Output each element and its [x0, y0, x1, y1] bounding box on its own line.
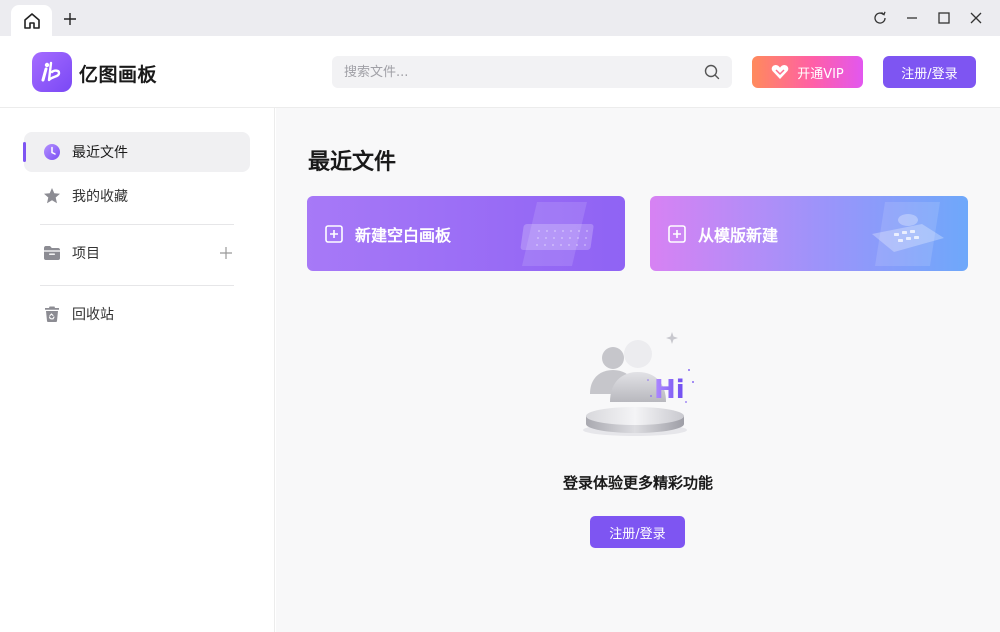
- home-icon: [23, 12, 40, 29]
- app-logo: [32, 52, 72, 92]
- refresh-button[interactable]: [868, 6, 892, 30]
- logo-icon: [41, 61, 61, 82]
- sidebar-item-projects[interactable]: 项目: [24, 233, 250, 273]
- star-icon: [42, 186, 62, 206]
- refresh-icon: [874, 11, 886, 24]
- plus-square-icon: [668, 224, 686, 243]
- new-from-template-card[interactable]: 从模版新建: [650, 196, 968, 271]
- card-label: 新建空白画板: [355, 225, 452, 245]
- minimize-icon: [907, 17, 917, 19]
- divider: [40, 285, 234, 286]
- search-icon[interactable]: [704, 64, 720, 80]
- login-button[interactable]: 注册/登录: [883, 56, 976, 88]
- app-header: 亿图画板 开通VIP 注册/登录: [0, 36, 1000, 108]
- plus-icon: [64, 13, 76, 25]
- blank-board-decoration: [520, 202, 594, 266]
- maximize-button[interactable]: [932, 6, 956, 30]
- active-indicator: [23, 142, 26, 162]
- sidebar-item-favorites[interactable]: 我的收藏: [24, 176, 250, 216]
- search-input[interactable]: [332, 56, 692, 88]
- minimize-button[interactable]: [900, 6, 924, 30]
- maximize-icon: [938, 12, 950, 24]
- empty-state-login-button[interactable]: 注册/登录: [590, 516, 685, 548]
- add-project-icon[interactable]: [218, 245, 234, 261]
- sidebar-item-trash[interactable]: 回收站: [24, 294, 250, 334]
- template-decoration: [872, 202, 944, 266]
- sidebar-item-label: 我的收藏: [72, 189, 128, 205]
- plus-square-icon: [325, 224, 343, 243]
- hi-text: Hi: [654, 375, 685, 405]
- sidebar-item-label: 回收站: [72, 307, 114, 323]
- trash-icon: [42, 304, 62, 324]
- page-title: 最近文件: [308, 150, 397, 175]
- close-icon: [970, 12, 982, 24]
- folder-icon: [42, 243, 62, 263]
- main-content: 最近文件 新建空白画板 从模版新建 Hi 登录体验更多精彩功能 注册/登录: [276, 108, 1000, 632]
- app-name: 亿图画板: [79, 64, 158, 86]
- title-bar: [0, 0, 1000, 36]
- vip-label: 开通VIP: [797, 66, 844, 82]
- new-blank-board-card[interactable]: 新建空白画板: [307, 196, 625, 271]
- empty-state-message: 登录体验更多精彩功能: [562, 474, 713, 492]
- hi-illustration: Hi: [583, 332, 694, 436]
- sidebar: 最近文件 我的收藏 项目 回收站: [0, 108, 275, 632]
- divider: [40, 224, 234, 225]
- card-label: 从模版新建: [698, 225, 779, 245]
- diamond-heart-icon: [771, 65, 789, 79]
- sidebar-item-label: 项目: [72, 246, 100, 262]
- new-tab-button[interactable]: [59, 8, 81, 30]
- clock-icon: [42, 142, 62, 162]
- search-box: [332, 56, 732, 88]
- sidebar-item-label: 最近文件: [72, 145, 128, 161]
- vip-button[interactable]: 开通VIP: [752, 56, 863, 88]
- sidebar-item-recent[interactable]: 最近文件: [23, 132, 250, 172]
- home-tab[interactable]: [11, 5, 52, 36]
- close-button[interactable]: [964, 6, 988, 30]
